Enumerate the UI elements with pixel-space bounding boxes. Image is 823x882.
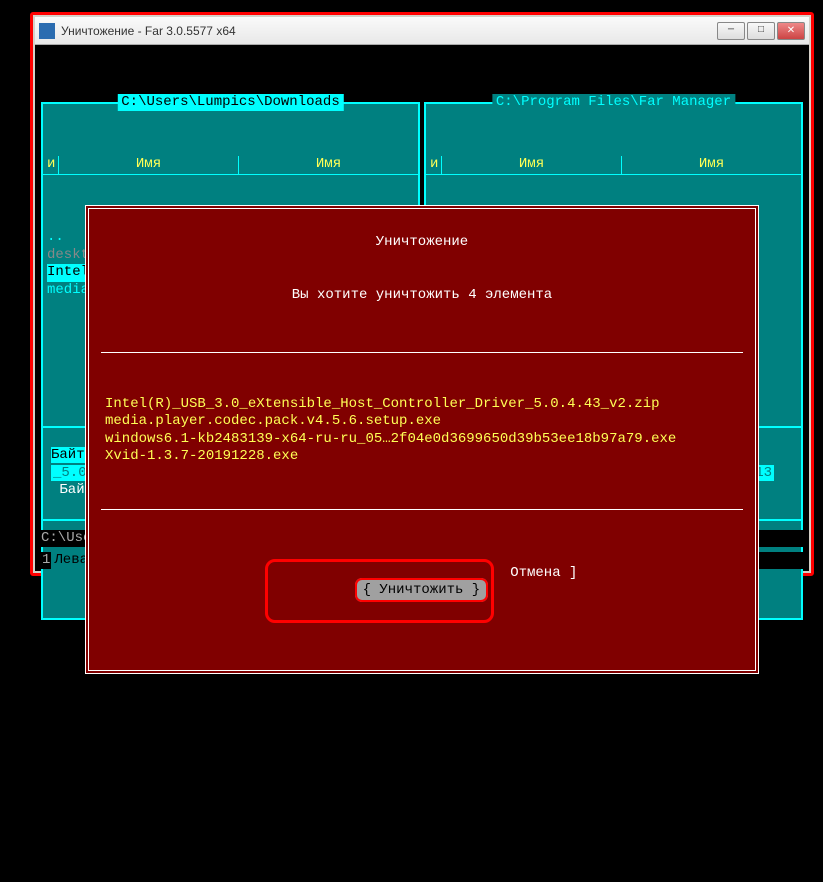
titlebar: Уничтожение - Far 3.0.5577 x64 ─ □ ✕ xyxy=(35,17,809,45)
close-button[interactable]: ✕ xyxy=(777,22,805,40)
dialog-buttons: { Уничтожить } Отмена ] xyxy=(89,559,755,624)
app-icon xyxy=(39,23,55,39)
dialog-divider xyxy=(101,352,743,353)
window-title: Уничтожение - Far 3.0.5577 x64 xyxy=(61,24,717,38)
left-panel-path: C:\Users\Lumpics\Downloads xyxy=(117,94,343,112)
col-name: Имя xyxy=(442,156,622,174)
dialog-message: Вы хотите уничтожить 4 элемента xyxy=(89,287,755,305)
destroy-button-highlight: { Уничтожить } xyxy=(265,559,495,624)
destroy-button[interactable]: { Уничтожить } xyxy=(355,578,489,602)
destroy-dialog: Уничтожение Вы хотите уничтожить 4 элеме… xyxy=(85,205,759,674)
right-panel-path: C:\Program Files\Far Manager xyxy=(492,94,735,112)
dialog-divider2 xyxy=(101,509,743,510)
left-dotdot[interactable]: .. xyxy=(47,229,64,245)
window-controls: ─ □ ✕ xyxy=(717,22,805,40)
dialog-title: Уничтожение xyxy=(368,234,476,252)
col-name: Имя xyxy=(59,156,239,174)
col-n: и xyxy=(426,156,442,174)
dialog-file-list: Intel(R)_USB_3.0_eXtensible_Host_Control… xyxy=(89,392,755,470)
cancel-button[interactable]: Отмена ] xyxy=(508,559,579,624)
maximize-button[interactable]: □ xyxy=(747,22,775,40)
app-window: Уничтожение - Far 3.0.5577 x64 ─ □ ✕ C:\… xyxy=(32,14,812,574)
col-name2: Имя xyxy=(239,156,418,174)
minimize-button[interactable]: ─ xyxy=(717,22,745,40)
console-area: C:\Users\Lumpics\Downloads и Имя Имя .. … xyxy=(35,45,809,571)
col-name2: Имя xyxy=(622,156,801,174)
col-n: и xyxy=(43,156,59,174)
right-panel-header: и Имя Имя xyxy=(426,156,801,175)
left-panel-header: и Имя Имя xyxy=(43,156,418,175)
